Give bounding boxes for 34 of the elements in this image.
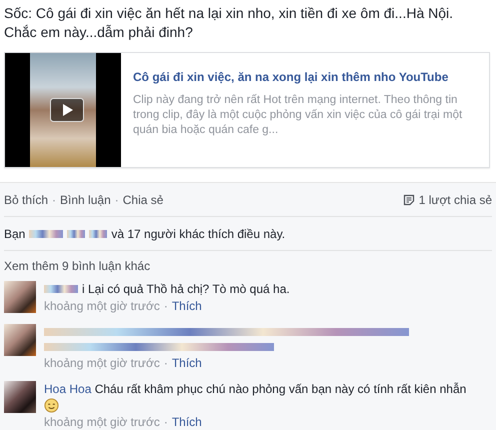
likes-prefix: Bạn <box>4 226 26 240</box>
separator-dot: · <box>164 355 168 371</box>
comment-time: khoảng một giờ trước <box>44 414 160 430</box>
action-link[interactable]: Chia sẻ <box>122 192 164 206</box>
action-link[interactable]: Bỏ thích <box>4 192 48 206</box>
redacted-name <box>29 230 64 238</box>
like-link[interactable]: Thích <box>172 414 202 430</box>
like-link[interactable]: Thích <box>172 355 202 371</box>
like-link[interactable]: Thích <box>172 298 202 314</box>
comment-time: khoảng một giờ trước <box>44 298 160 314</box>
avatar-placeholder[interactable] <box>4 324 36 356</box>
comment-time: khoảng một giờ trước <box>44 355 160 371</box>
more-comments-link[interactable]: Xem thêm 9 bình luận khác <box>4 259 150 273</box>
comment-text: Hoa Hoa Cháu rất khâm phục chú nào phỏng vấn bạn này có tính rất kiên nhẫn <box>44 381 466 397</box>
link-description: Clip này đang trở nên rất Hot trên mạng internet. Theo thông tin trong clip, đây là một cuộc phỏng vấn xin việc của cô gái trại một quán bia hoặc quán cafe g... <box>133 93 464 138</box>
separator-dot: · <box>164 414 168 430</box>
redacted-name <box>44 285 78 293</box>
redacted-name <box>67 230 86 238</box>
comment-text: i Lại có quả Thồ hả chị? Tò mò quá ha. <box>82 281 290 297</box>
separator-dot: · <box>114 192 119 206</box>
likes-text: và 17 người khác thích điều này. <box>111 226 286 240</box>
link-title[interactable]: Cô gái đi xin việc, ăn na xong lại xin thêm nho YouTube <box>133 69 477 85</box>
link-preview-card[interactable] <box>4 52 490 168</box>
avatar-placeholder[interactable] <box>4 381 36 413</box>
post-text: Sốc: Cô gái đi xin việc ăn hết na lại xin nho, xin tiền đi xe ôm đi...Hà Nội. Chắc em này...dẫm phải đinh? <box>4 4 454 42</box>
share-count-icon <box>402 194 415 206</box>
action-link[interactable]: Bình luận <box>60 192 111 206</box>
play-icon[interactable] <box>50 98 84 122</box>
share-count-link[interactable]: 1 lượt chia sẻ <box>418 192 492 206</box>
author-link[interactable]: Hoa Hoa <box>44 382 92 396</box>
separator-dot: · <box>52 192 56 206</box>
redacted-name <box>89 230 108 238</box>
separator-dot: · <box>164 298 168 314</box>
avatar-placeholder[interactable] <box>4 281 36 313</box>
